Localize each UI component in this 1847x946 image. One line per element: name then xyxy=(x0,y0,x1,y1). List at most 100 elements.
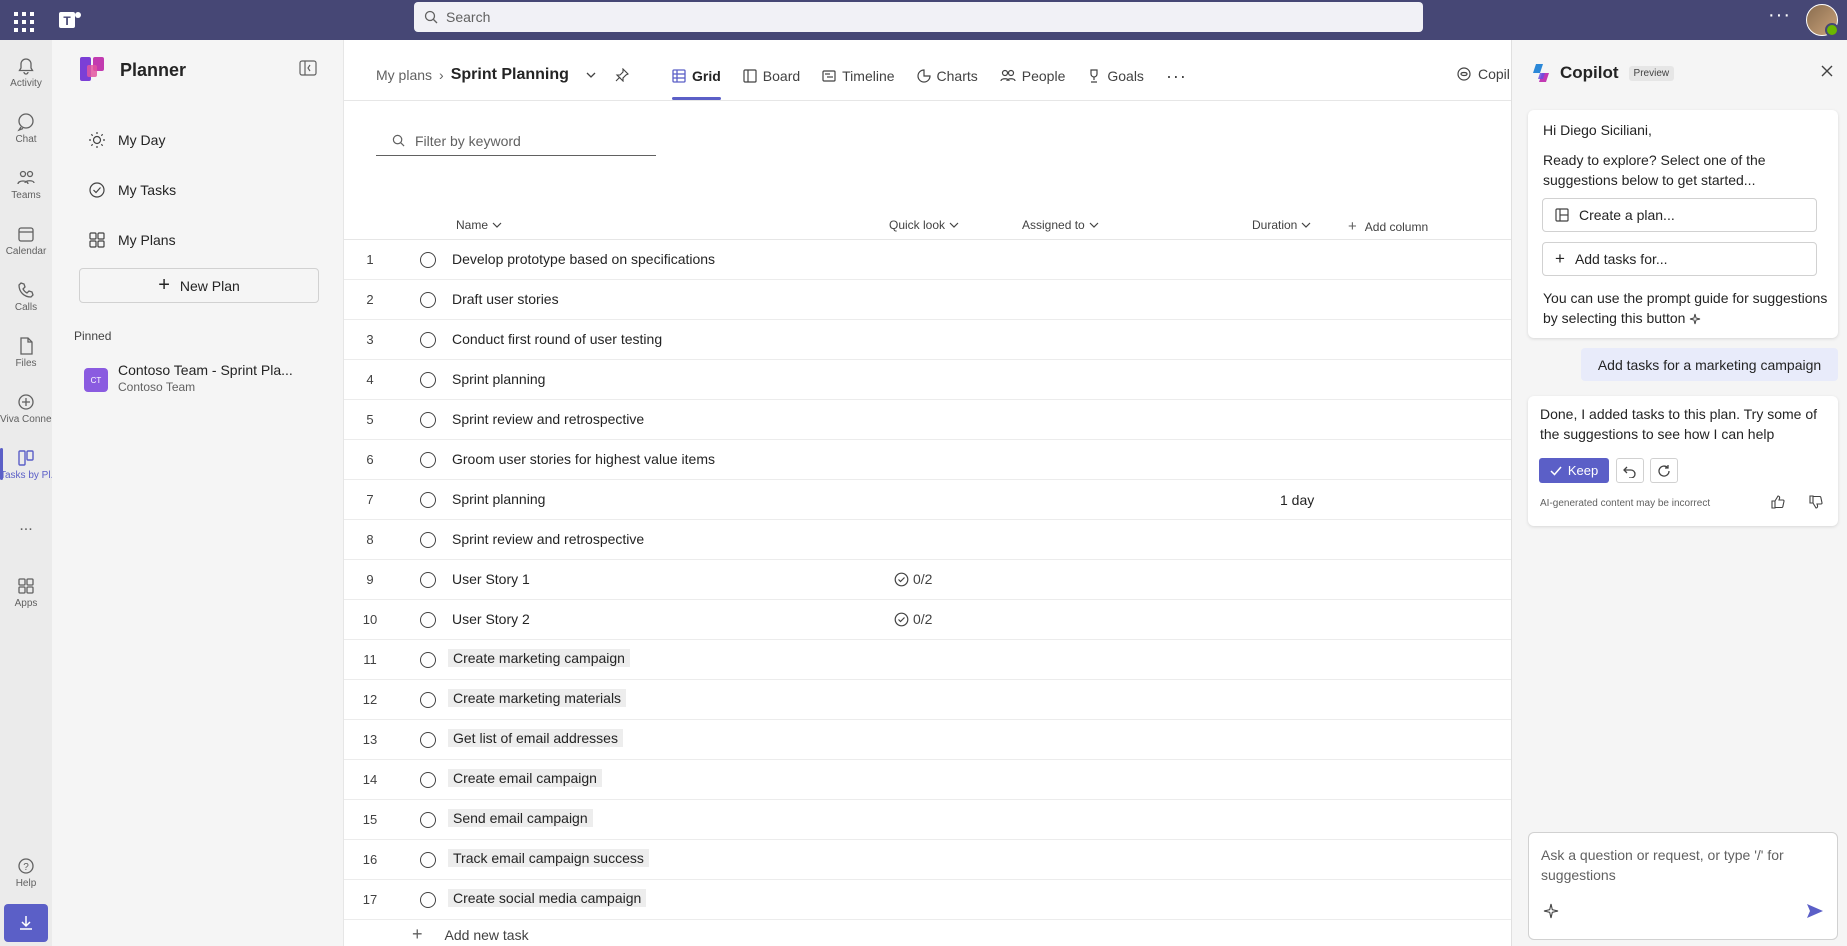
table-row[interactable]: 5 Sprint review and retrospective xyxy=(344,400,1511,440)
more-views-icon[interactable]: ··· xyxy=(1166,58,1187,94)
rail-item-calls[interactable]: Calls xyxy=(0,270,52,322)
table-row[interactable]: 11 Create marketing campaign xyxy=(344,640,1511,680)
table-row[interactable]: 4 Sprint planning xyxy=(344,360,1511,400)
suggestion-create-plan[interactable]: Create a plan... xyxy=(1542,198,1817,232)
table-row[interactable]: 9 User Story 1 0/2 xyxy=(344,560,1511,600)
tab-charts[interactable]: Charts xyxy=(916,58,978,94)
complete-task-checkbox[interactable] xyxy=(420,892,436,908)
tab-grid[interactable]: Grid xyxy=(672,58,721,100)
app-launcher-icon[interactable] xyxy=(8,6,36,34)
rail-item-calendar[interactable]: Calendar xyxy=(0,214,52,266)
prompt-guide-sparkle-icon[interactable] xyxy=(1543,903,1559,919)
column-duration[interactable]: Duration xyxy=(1252,218,1311,232)
rail-more-icon[interactable]: ... xyxy=(0,514,52,538)
tab-people[interactable]: People xyxy=(1000,58,1065,94)
complete-task-checkbox[interactable] xyxy=(420,692,436,708)
suggestion-add-tasks[interactable]: + Add tasks for... xyxy=(1542,242,1817,276)
complete-task-checkbox[interactable] xyxy=(420,732,436,748)
close-icon[interactable] xyxy=(1820,64,1834,78)
table-row[interactable]: 16 Track email campaign success xyxy=(344,840,1511,880)
search-box[interactable]: Search xyxy=(414,2,1423,32)
task-name[interactable]: Conduct first round of user testing xyxy=(452,331,662,347)
send-icon[interactable] xyxy=(1805,901,1825,921)
complete-task-checkbox[interactable] xyxy=(420,612,436,628)
complete-task-checkbox[interactable] xyxy=(420,812,436,828)
task-name[interactable]: Sprint review and retrospective xyxy=(452,411,644,427)
complete-task-checkbox[interactable] xyxy=(420,412,436,428)
task-name[interactable]: Sprint review and retrospective xyxy=(452,531,644,547)
rail-item-planner[interactable]: Tasks by Pl... xyxy=(0,438,52,490)
avatar[interactable] xyxy=(1806,4,1839,37)
nav-item-my-plans[interactable]: My Plans xyxy=(88,228,176,252)
table-row[interactable]: 15 Send email campaign xyxy=(344,800,1511,840)
pinned-plan-item[interactable]: CT Contoso Team - Sprint Pla... Contoso … xyxy=(84,362,293,394)
add-new-task-button[interactable]: + Add new task xyxy=(412,924,529,945)
nav-item-my-tasks[interactable]: My Tasks xyxy=(88,178,176,202)
table-row[interactable]: 13 Get list of email addresses xyxy=(344,720,1511,760)
task-name[interactable]: Get list of email addresses xyxy=(448,729,623,747)
table-row[interactable]: 2 Draft user stories xyxy=(344,280,1511,320)
new-plan-button[interactable]: + New Plan xyxy=(79,268,319,303)
complete-task-checkbox[interactable] xyxy=(420,492,436,508)
table-row[interactable]: 10 User Story 2 0/2 xyxy=(344,600,1511,640)
breadcrumb-my-plans[interactable]: My plans xyxy=(376,67,432,83)
rail-item-help[interactable]: ? Help xyxy=(0,846,52,898)
thumbs-up-icon[interactable] xyxy=(1770,494,1786,510)
complete-task-checkbox[interactable] xyxy=(420,772,436,788)
complete-task-checkbox[interactable] xyxy=(420,372,436,388)
complete-task-checkbox[interactable] xyxy=(420,252,436,268)
rail-item-apps[interactable]: Apps xyxy=(0,566,52,618)
pin-icon[interactable] xyxy=(615,68,629,82)
rail-item-teams[interactable]: Teams xyxy=(0,158,52,210)
undo-button[interactable] xyxy=(1616,458,1644,483)
complete-task-checkbox[interactable] xyxy=(420,332,436,348)
copilot-composer[interactable]: Ask a question or request, or type '/' f… xyxy=(1528,832,1838,940)
task-name[interactable]: Create social media campaign xyxy=(448,889,647,907)
task-name[interactable]: Develop prototype based on specification… xyxy=(452,251,715,267)
collapse-nav-icon[interactable] xyxy=(299,60,317,76)
tab-timeline[interactable]: Timeline xyxy=(822,58,895,94)
task-name[interactable]: Send email campaign xyxy=(448,809,593,827)
nav-item-my-day[interactable]: My Day xyxy=(88,128,165,152)
task-name[interactable]: Create marketing materials xyxy=(448,689,627,707)
table-row[interactable]: 7 Sprint planning 1 day xyxy=(344,480,1511,520)
filter-input[interactable]: Filter by keyword xyxy=(376,126,656,156)
task-name[interactable]: Sprint planning xyxy=(452,371,545,387)
complete-task-checkbox[interactable] xyxy=(420,572,436,588)
task-name[interactable]: User Story 2 xyxy=(452,611,530,627)
complete-task-checkbox[interactable] xyxy=(420,452,436,468)
rail-item-chat[interactable]: Chat xyxy=(0,102,52,154)
task-name[interactable]: Create email campaign xyxy=(448,769,602,787)
table-row[interactable]: 17 Create social media campaign xyxy=(344,880,1511,920)
table-row[interactable]: 8 Sprint review and retrospective xyxy=(344,520,1511,560)
regenerate-button[interactable] xyxy=(1650,458,1678,483)
task-name[interactable]: Sprint planning xyxy=(452,491,545,507)
tab-board[interactable]: Board xyxy=(743,58,800,94)
task-name[interactable]: User Story 1 xyxy=(452,571,530,587)
rail-item-activity[interactable]: Activity xyxy=(0,46,52,98)
copilot-toggle-button[interactable]: Copil xyxy=(1456,66,1510,82)
task-name[interactable]: Track email campaign success xyxy=(448,849,649,867)
task-name[interactable]: Draft user stories xyxy=(452,291,559,307)
task-duration[interactable]: 1 day xyxy=(1280,492,1314,508)
complete-task-checkbox[interactable] xyxy=(420,652,436,668)
table-row[interactable]: 14 Create email campaign xyxy=(344,760,1511,800)
complete-task-checkbox[interactable] xyxy=(420,292,436,308)
settings-more-icon[interactable]: ··· xyxy=(1768,4,1791,27)
column-name[interactable]: Name xyxy=(456,218,502,232)
rail-item-files[interactable]: Files xyxy=(0,326,52,378)
chevron-down-icon[interactable] xyxy=(585,69,597,81)
table-row[interactable]: 6 Groom user stories for highest value it… xyxy=(344,440,1511,480)
thumbs-down-icon[interactable] xyxy=(1808,494,1824,510)
rail-item-viva[interactable]: Viva Conne... xyxy=(0,382,52,434)
task-name[interactable]: Groom user stories for highest value ite… xyxy=(452,451,715,467)
teams-logo-icon[interactable]: T xyxy=(56,6,84,34)
table-row[interactable]: 12 Create marketing materials xyxy=(344,680,1511,720)
tab-goals[interactable]: Goals xyxy=(1087,58,1144,94)
column-assigned-to[interactable]: Assigned to xyxy=(1022,218,1099,232)
download-button[interactable] xyxy=(4,904,48,942)
table-row[interactable]: 3 Conduct first round of user testing xyxy=(344,320,1511,360)
table-row[interactable]: 1 Develop prototype based on specificatio… xyxy=(344,240,1511,280)
add-column-button[interactable]: + Add column xyxy=(1348,218,1428,235)
complete-task-checkbox[interactable] xyxy=(420,532,436,548)
